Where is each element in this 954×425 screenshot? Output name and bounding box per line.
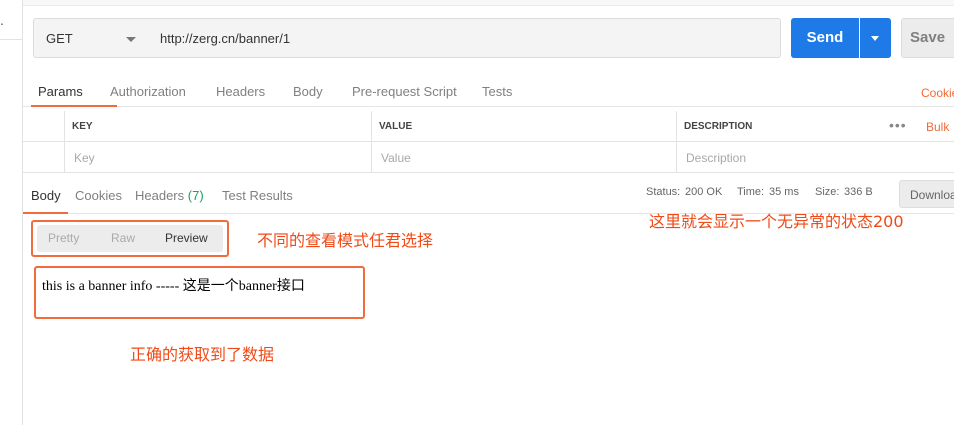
tab-response-body[interactable]: Body [31,188,61,203]
annotation-view-modes: 不同的查看模式任君选择 [257,231,434,250]
column-header-key: KEY [64,111,371,142]
time-value[interactable]: 35 ms [769,186,799,198]
send-options-button[interactable] [860,18,891,58]
column-header-description: DESCRIPTION [676,111,954,142]
response-highlight-box [34,266,365,319]
method-label: GET [46,31,73,46]
sidebar-edge-glyph: . [0,12,4,28]
status-label: Status: [646,186,681,198]
value-input[interactable]: Value [371,142,676,173]
download-button[interactable]: Download [899,180,954,208]
headers-count-badge: (7) [187,188,204,203]
request-tab-strip [23,0,954,6]
key-input[interactable]: Key [64,142,371,173]
tab-authorization[interactable]: Authorization [110,84,186,99]
time-label: Time: [737,186,765,198]
send-button[interactable]: Send [791,18,859,58]
url-input[interactable]: http://zerg.cn/banner/1 [150,18,781,58]
tab-test-results[interactable]: Test Results [222,188,293,203]
bulk-edit-link[interactable]: Bulk [926,120,949,134]
tab-headers[interactable]: Headers [216,84,265,99]
tab-response-headers[interactable]: Headers (7) [135,188,204,203]
tab-params[interactable]: Params [38,84,83,99]
table-header-row: KEY VALUE DESCRIPTION ••• Bulk [23,111,954,142]
method-select[interactable]: GET [33,18,151,58]
more-options-icon[interactable]: ••• [889,117,907,133]
params-table: KEY VALUE DESCRIPTION ••• Bulk Key Value… [23,111,954,173]
tab-response-headers-label: Headers [135,188,185,203]
tab-pre-request-script[interactable]: Pre-request Script [352,84,457,99]
sidebar-edge-top: . [0,0,22,40]
view-mode-highlight-box [31,220,229,257]
save-button[interactable]: Save [901,18,954,58]
tab-response-cookies[interactable]: Cookies [75,188,122,203]
active-tab-indicator [31,105,117,107]
column-header-value: VALUE [371,111,676,142]
request-tabs: Params Authorization Headers Body Pre-re… [23,76,954,107]
chevron-down-icon [126,37,136,42]
size-label: Size: [815,186,840,198]
chevron-down-icon [871,36,879,41]
sidebar-edge: . [0,0,23,425]
status-value[interactable]: 200 OK [685,186,722,198]
description-input[interactable]: Description [676,142,954,173]
active-response-tab-indicator [23,212,68,214]
tab-tests[interactable]: Tests [482,84,512,99]
table-row: Key Value Description [23,142,954,173]
annotation-status: 这里就会显示一个无异常的状态200 [649,212,904,231]
annotation-data: 正确的获取到了数据 [130,345,275,364]
tab-body[interactable]: Body [293,84,323,99]
cookies-link[interactable]: Cookies [921,86,954,100]
size-value[interactable]: 336 B [844,186,873,198]
